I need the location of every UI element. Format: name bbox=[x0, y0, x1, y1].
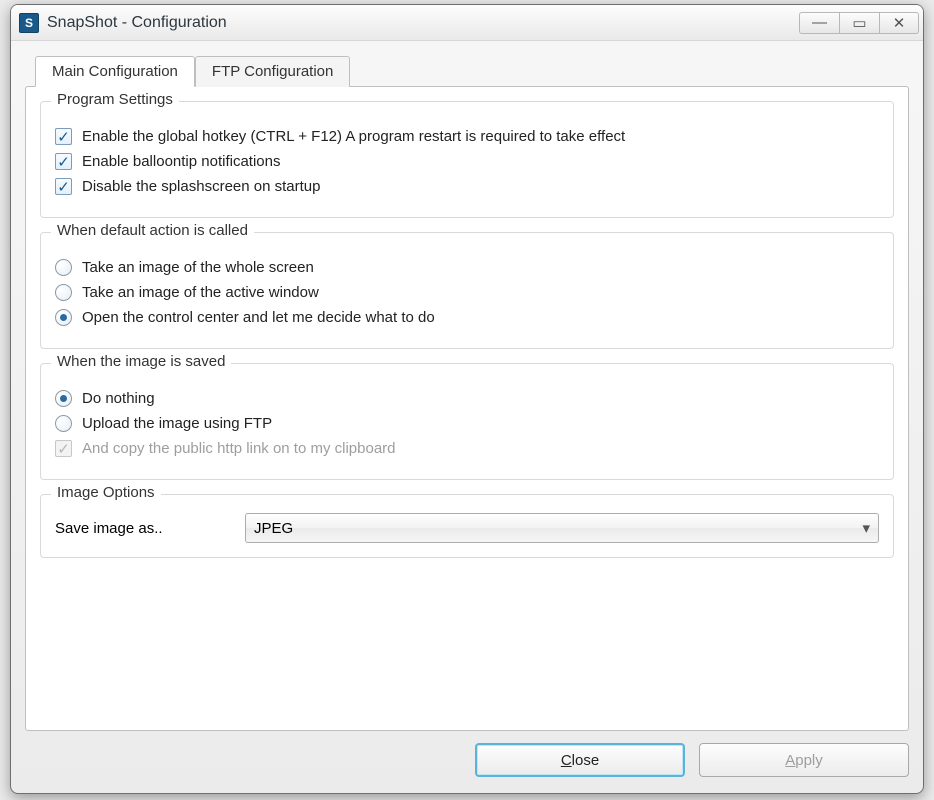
maximize-button[interactable]: ▭ bbox=[839, 12, 879, 34]
group-legend: Program Settings bbox=[51, 91, 179, 108]
radio-upload-ftp[interactable] bbox=[55, 415, 72, 432]
check-icon: ✓ bbox=[57, 440, 70, 458]
group-default-action: When default action is called Take an im… bbox=[40, 232, 894, 349]
tabstrip: Main Configuration FTP Configuration bbox=[25, 55, 909, 86]
image-format-row: Save image as.. JPEG ▾ bbox=[55, 513, 879, 543]
group-legend: When the image is saved bbox=[51, 353, 231, 370]
radio-whole-screen[interactable] bbox=[55, 259, 72, 276]
radio-row: Do nothing bbox=[55, 390, 879, 407]
checkbox-disable-splash[interactable]: ✓ bbox=[55, 178, 72, 195]
check-icon: ✓ bbox=[57, 178, 70, 196]
radio-row: Take an image of the whole screen bbox=[55, 259, 879, 276]
titlebar: S SnapShot - Configuration — ▭ ✕ bbox=[11, 5, 923, 41]
checkbox-row: ✓ Disable the splashscreen on startup bbox=[55, 178, 879, 195]
checkbox-enable-hotkey[interactable]: ✓ bbox=[55, 128, 72, 145]
radio-label[interactable]: Do nothing bbox=[82, 390, 155, 407]
checkbox-row: ✓ Enable balloontip notifications bbox=[55, 153, 879, 170]
button-label: Close bbox=[561, 752, 599, 769]
save-image-as-label: Save image as.. bbox=[55, 520, 235, 537]
button-label: Apply bbox=[785, 752, 823, 769]
radio-dot bbox=[60, 314, 67, 321]
radio-label[interactable]: Open the control center and let me decid… bbox=[82, 309, 435, 326]
radio-row: Open the control center and let me decid… bbox=[55, 309, 879, 326]
checkbox-label[interactable]: Enable the global hotkey (CTRL + F12) A … bbox=[82, 128, 625, 145]
radio-active-window[interactable] bbox=[55, 284, 72, 301]
radio-control-center[interactable] bbox=[55, 309, 72, 326]
group-when-saved: When the image is saved Do nothing Uploa… bbox=[40, 363, 894, 480]
group-program-settings: Program Settings ✓ Enable the global hot… bbox=[40, 101, 894, 218]
checkbox-enable-balloontip[interactable]: ✓ bbox=[55, 153, 72, 170]
chevron-down-icon: ▾ bbox=[862, 519, 870, 537]
close-icon: ✕ bbox=[893, 14, 906, 32]
window-title: SnapShot - Configuration bbox=[47, 14, 799, 32]
radio-dot bbox=[60, 395, 67, 402]
group-image-options: Image Options Save image as.. JPEG ▾ bbox=[40, 494, 894, 558]
minimize-icon: — bbox=[812, 14, 827, 31]
group-legend: Image Options bbox=[51, 484, 161, 501]
check-icon: ✓ bbox=[57, 153, 70, 171]
tabpage-main: Program Settings ✓ Enable the global hot… bbox=[25, 86, 909, 731]
minimize-button[interactable]: — bbox=[799, 12, 839, 34]
checkbox-row: ✓ And copy the public http link on to my… bbox=[55, 440, 879, 457]
close-window-button[interactable]: ✕ bbox=[879, 12, 919, 34]
app-icon: S bbox=[19, 13, 39, 33]
window-controls: — ▭ ✕ bbox=[799, 12, 919, 34]
config-window: S SnapShot - Configuration — ▭ ✕ Main Co… bbox=[10, 4, 924, 794]
maximize-icon: ▭ bbox=[852, 14, 866, 32]
radio-row: Take an image of the active window bbox=[55, 284, 879, 301]
checkbox-label[interactable]: Enable balloontip notifications bbox=[82, 153, 280, 170]
tab-ftp-configuration[interactable]: FTP Configuration bbox=[195, 56, 350, 87]
tab-main-configuration[interactable]: Main Configuration bbox=[35, 56, 195, 87]
check-icon: ✓ bbox=[57, 128, 70, 146]
select-value: JPEG bbox=[254, 520, 293, 537]
close-button[interactable]: Close bbox=[475, 743, 685, 777]
checkbox-label: And copy the public http link on to my c… bbox=[82, 440, 396, 457]
radio-label[interactable]: Take an image of the active window bbox=[82, 284, 319, 301]
checkbox-label[interactable]: Disable the splashscreen on startup bbox=[82, 178, 320, 195]
checkbox-row: ✓ Enable the global hotkey (CTRL + F12) … bbox=[55, 128, 879, 145]
radio-label[interactable]: Take an image of the whole screen bbox=[82, 259, 314, 276]
radio-do-nothing[interactable] bbox=[55, 390, 72, 407]
radio-label[interactable]: Upload the image using FTP bbox=[82, 415, 272, 432]
group-legend: When default action is called bbox=[51, 222, 254, 239]
dialog-button-row: Close Apply bbox=[25, 743, 909, 777]
apply-button: Apply bbox=[699, 743, 909, 777]
image-format-select[interactable]: JPEG ▾ bbox=[245, 513, 879, 543]
tab-label: FTP Configuration bbox=[212, 63, 333, 80]
checkbox-copy-link: ✓ bbox=[55, 440, 72, 457]
radio-row: Upload the image using FTP bbox=[55, 415, 879, 432]
tab-label: Main Configuration bbox=[52, 63, 178, 80]
client-area: Main Configuration FTP Configuration Pro… bbox=[25, 55, 909, 777]
